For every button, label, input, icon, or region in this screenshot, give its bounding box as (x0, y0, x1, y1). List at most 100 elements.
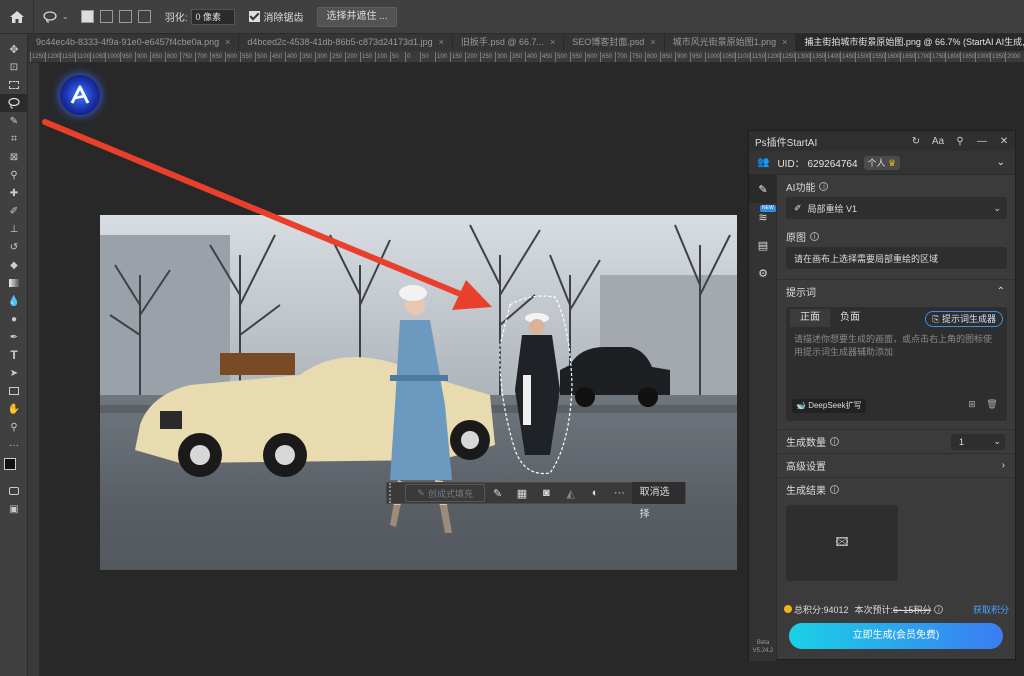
trash-icon[interactable]: 🗑 (985, 399, 999, 413)
close-icon[interactable]: × (225, 34, 230, 51)
user-info-bar[interactable]: 👥 UID： 629264764 个人 ♛ ⌄ (749, 151, 1015, 175)
info-icon[interactable]: i (830, 485, 839, 494)
fill-button[interactable]: ◭ (559, 483, 583, 503)
close-icon[interactable]: × (650, 34, 655, 51)
refresh-icon[interactable]: ↻ (905, 136, 927, 147)
healing-tool[interactable]: ✚ (0, 184, 28, 202)
stamp-tool[interactable]: ⊥ (0, 220, 28, 238)
pin-icon[interactable]: ⚲ (949, 136, 971, 147)
tab-document[interactable]: 捕主街拍城市街景原始图.png @ 66.7% (StartAI AI生成, R… (796, 34, 1024, 51)
tab-document[interactable]: d4bced2c-4538-41db-86b5-c873d24173d1.jpg… (239, 34, 453, 51)
panel-titlebar[interactable]: Ps插件StartAI ↻ Aa ⚲ — ✕ (749, 131, 1015, 151)
path-select-tool[interactable]: ➤ (0, 364, 28, 382)
quick-mask[interactable] (0, 482, 28, 500)
color-swatches[interactable] (0, 454, 28, 482)
select-and-mask-button[interactable]: 选择并遮住 ... (317, 6, 397, 27)
move-tool[interactable]: ✥ (0, 40, 28, 58)
feather-input[interactable]: 0 像素 (191, 8, 236, 25)
gradient-tool[interactable] (0, 274, 28, 292)
home-icon (9, 10, 24, 23)
result-thumbnail[interactable]: 🖾 (786, 505, 898, 581)
cancel-selection-button[interactable]: 取消选择 (631, 482, 686, 520)
info-icon[interactable]: i (810, 231, 819, 241)
prompt-section-header[interactable]: 提示词 ⌃ (778, 279, 1015, 303)
mask-button[interactable]: ◙ (534, 483, 558, 503)
quick-select-tool[interactable]: ✎ (0, 112, 28, 130)
crop-tool[interactable]: ⌗ (0, 130, 28, 148)
advanced-settings-row[interactable]: 高级设置 › (778, 453, 1015, 477)
more-options-button[interactable]: ··· (607, 483, 631, 503)
tab-negative[interactable]: 负面 (830, 309, 870, 327)
new-selection-mode[interactable] (80, 10, 94, 23)
hand-icon: ✋ (7, 403, 21, 415)
save-prompt-icon[interactable]: ⊞ (965, 399, 979, 413)
generative-fill-button[interactable]: ✎ 创成式填充 (404, 484, 486, 502)
lasso-tool-preset[interactable]: ⌄ (42, 10, 69, 23)
tab-document[interactable]: 9c44ec4b-8333-4f9a-91e0-e6457f4cbe0a.png… (28, 34, 240, 51)
document-tabs: 9c44ec4b-8333-4f9a-91e0-e6457f4cbe0a.png… (28, 34, 1024, 51)
tab-positive[interactable]: 正面 (790, 309, 830, 327)
select-subject-button[interactable]: ▦ (510, 483, 534, 503)
lasso-tool[interactable] (0, 94, 28, 112)
dodge-tool[interactable]: ● (0, 310, 28, 328)
minimize-icon[interactable]: — (971, 136, 993, 147)
artboard-tool[interactable]: ⊡ (0, 58, 28, 76)
frame-tool[interactable]: ⊠ (0, 148, 28, 166)
gen-count-select[interactable]: 1 ⌄ (951, 433, 1005, 450)
deepseek-expand-button[interactable]: 🐋 DeepSeek扩写 (792, 399, 866, 413)
ruler-tick-label: 2000 (1005, 52, 1021, 62)
sidebar-item-edit[interactable]: ✎ (749, 175, 777, 203)
info-icon[interactable]: i (819, 181, 829, 191)
home-button[interactable] (0, 0, 34, 34)
intersect-selection-mode[interactable] (137, 10, 151, 23)
ruler-tick-label: 500 (555, 52, 568, 62)
hand-tool[interactable]: ✋ (0, 400, 28, 418)
add-selection-mode[interactable] (99, 10, 113, 23)
prompt-textarea[interactable]: 请描述你想要生成的画面，或点击右上角的图标使用提示词生成器辅助添加 (786, 327, 1007, 365)
blur-tool[interactable]: 💧 (0, 292, 28, 310)
subtract-selection-mode[interactable] (118, 10, 132, 23)
pen-tool[interactable]: ✒ (0, 328, 28, 346)
foreground-color[interactable] (4, 458, 16, 470)
prompt-generator-label: 提示词生成器 (941, 314, 996, 324)
sidebar-item-layers[interactable]: NEW ≋ (749, 203, 777, 231)
eraser-tool[interactable]: ◆ (0, 256, 28, 274)
stamp-icon: ⊥ (9, 223, 19, 235)
quick-mask-icon (9, 487, 19, 495)
info-icon[interactable]: i (934, 604, 944, 614)
rectangle-tool[interactable] (0, 382, 28, 400)
edit-selection-button[interactable]: ✎ (485, 483, 509, 503)
get-points-link[interactable]: 获取积分 (973, 603, 1009, 616)
tab-document[interactable]: 城市风光街景原始图1.png × (665, 34, 797, 51)
zoom-tool[interactable]: ⚲ (0, 418, 28, 436)
drag-handle-icon[interactable] (389, 483, 395, 503)
marquee-tool[interactable] (0, 76, 28, 94)
chevron-down-icon[interactable]: ⌄ (997, 157, 1005, 168)
ruler-tick-label: 100 (435, 52, 448, 62)
sidebar-item-settings[interactable]: ⚙ (749, 259, 777, 287)
close-icon[interactable]: × (550, 34, 555, 51)
generate-button[interactable]: 立即生成(会员免费) (789, 623, 1003, 649)
sidebar-item-notes[interactable]: ▤ (749, 231, 777, 259)
info-icon[interactable]: i (830, 437, 839, 446)
ai-function-select[interactable]: ✐ 局部重绘 V1 ⌄ (786, 197, 1007, 219)
eyedropper-tool[interactable]: ⚲ (0, 166, 28, 184)
history-brush-tool[interactable]: ↺ (0, 238, 28, 256)
brush-tool[interactable]: ✐ (0, 202, 28, 220)
close-icon[interactable]: ✕ (993, 136, 1015, 147)
tab-document[interactable]: SEO博客封面.psd × (564, 34, 665, 51)
screen-mode[interactable]: ▣ (0, 500, 28, 518)
antialias-checkbox[interactable] (249, 11, 261, 22)
type-tool[interactable]: T (0, 346, 28, 364)
close-icon[interactable]: × (439, 34, 444, 51)
users-icon: 👥 (757, 157, 770, 168)
prompt-generator-button[interactable]: ⎘ 提示词生成器 (925, 311, 1003, 327)
font-size-button[interactable]: Aa (927, 136, 949, 147)
close-icon[interactable]: × (782, 34, 787, 51)
more-tools[interactable]: ··· (0, 436, 28, 454)
ruler-tick-label: 750 (630, 52, 643, 62)
horizontal-ruler: 1250 1200 1150 1100 1050 1000 950 900 850 800 750 7… (28, 51, 1024, 63)
tab-document[interactable]: 旧扳手.psd @ 66.7... × (453, 34, 565, 51)
startai-logo[interactable] (60, 75, 100, 115)
adjustment-button[interactable]: ◐ (583, 483, 607, 503)
